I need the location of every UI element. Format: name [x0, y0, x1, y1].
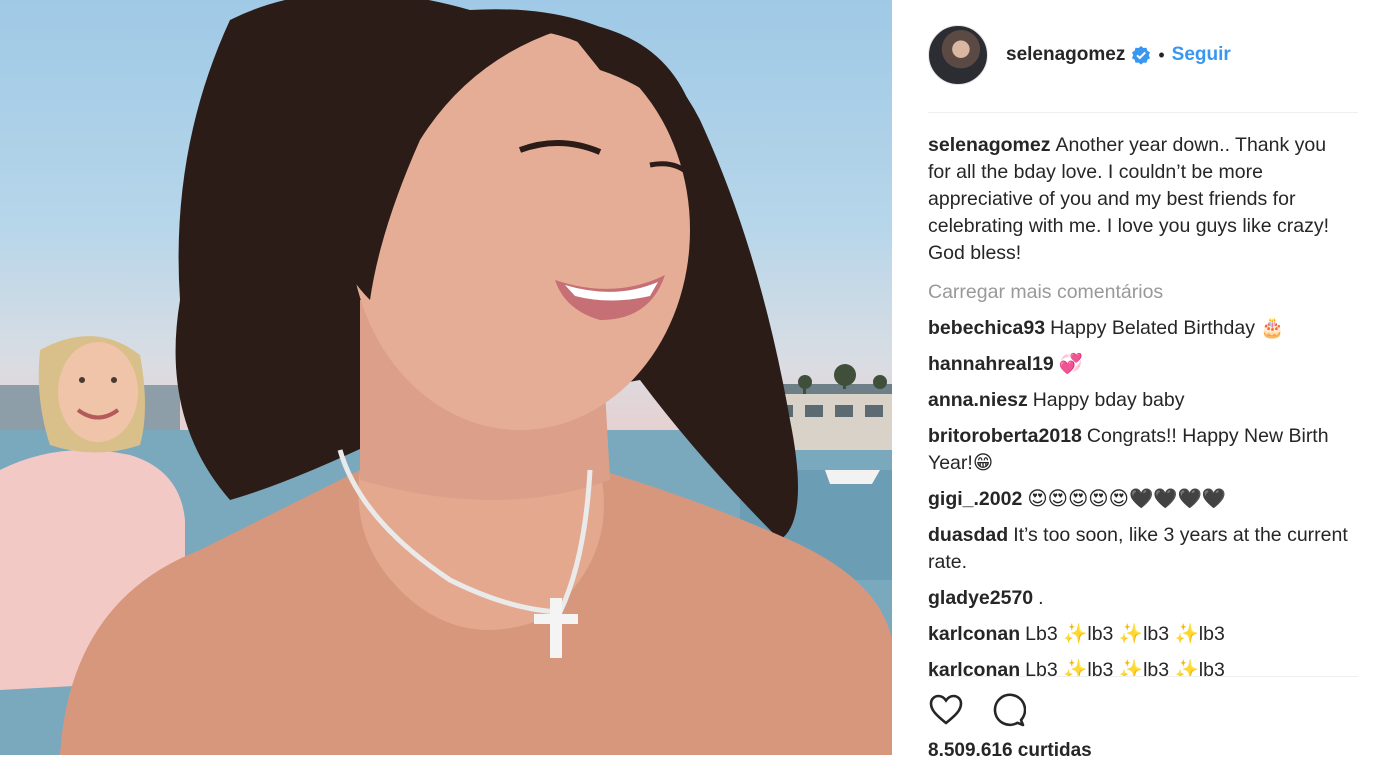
comment-item: duasdad It’s too soon, like 3 years at th… — [928, 522, 1348, 576]
post-side-panel: selenagomez • Seguir selenagomez Another … — [892, 0, 1376, 761]
comment-username[interactable]: duasdad — [928, 524, 1008, 546]
comment-text: Happy Belated Birthday 🎂 — [1050, 317, 1285, 339]
comment-item: hannahreal19 💞 — [928, 351, 1348, 378]
comment-item: gigi_.2002 😍😍😍😍😍🖤🖤🖤🖤 — [928, 486, 1348, 513]
comment-text: 💞 — [1058, 353, 1084, 375]
comment-item: gladye2570. — [928, 585, 1348, 612]
post-actions — [928, 690, 1052, 730]
load-more-comments-link[interactable]: Carregar mais comentários — [928, 279, 1348, 306]
comment-username[interactable]: gigi_.2002 — [928, 488, 1022, 510]
post-photo[interactable] — [0, 0, 892, 755]
comment-username[interactable]: karlconan — [928, 659, 1020, 676]
post-header: selenagomez • Seguir — [928, 24, 1358, 86]
comment-item: bebechica93 Happy Belated Birthday 🎂 — [928, 315, 1348, 342]
comment-text: 😍😍😍😍😍🖤🖤🖤🖤 — [1027, 488, 1227, 510]
comment-item: britoroberta2018 Congrats!! Happy New Bir… — [928, 423, 1348, 477]
avatar[interactable] — [928, 25, 988, 85]
photo-illustration — [0, 0, 892, 755]
header-divider — [928, 112, 1358, 113]
comment-item: karlconan Lb3 ✨lb3 ✨lb3 ✨lb3 — [928, 621, 1348, 648]
comment-username[interactable]: britoroberta2018 — [928, 425, 1082, 447]
comment-username[interactable]: hannahreal19 — [928, 353, 1054, 375]
verified-badge-icon — [1131, 45, 1151, 65]
comment-username[interactable]: bebechica93 — [928, 317, 1045, 339]
post-caption: selenagomez Another year down.. Thank you… — [928, 132, 1348, 267]
comment-username[interactable]: gladye2570 — [928, 587, 1033, 609]
comment-text: Lb3 ✨lb3 ✨lb3 ✨lb3 — [1025, 659, 1225, 676]
header-username[interactable]: selenagomez — [1006, 44, 1125, 66]
comment-text: Lb3 ✨lb3 ✨lb3 ✨lb3 — [1025, 623, 1225, 645]
header-separator: • — [1158, 44, 1165, 65]
heart-icon[interactable] — [928, 692, 964, 728]
actions-divider — [928, 676, 1358, 677]
comments-list[interactable]: selenagomez Another year down.. Thank you… — [928, 132, 1348, 676]
caption-username[interactable]: selenagomez — [928, 134, 1050, 156]
likes-count[interactable]: 8.509.616 curtidas — [928, 740, 1092, 762]
comment-text: . — [1038, 587, 1044, 609]
comment-username[interactable]: anna.niesz — [928, 389, 1028, 411]
comment-item: anna.niesz Happy bday baby — [928, 387, 1348, 414]
comment-text: Happy bday baby — [1032, 389, 1185, 411]
comment-item: karlconan Lb3 ✨lb3 ✨lb3 ✨lb3 — [928, 657, 1348, 676]
comment-username[interactable]: karlconan — [928, 623, 1020, 645]
follow-button[interactable]: Seguir — [1172, 44, 1231, 66]
comment-bubble-icon[interactable] — [990, 692, 1027, 728]
